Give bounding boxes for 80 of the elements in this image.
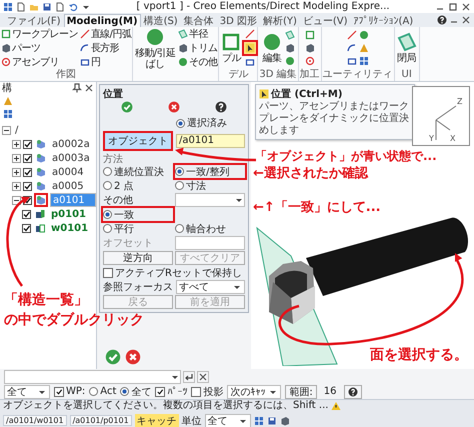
ribbon-command[interactable]: トリム	[178, 41, 218, 55]
annotation-note: ←↑「一致」にして...	[253, 200, 381, 216]
focus-dropdown[interactable]: すべて	[176, 280, 245, 294]
ribbon-tab[interactable]: ｱﾌﾟﾘｹｰｼｮﾝ(A)	[350, 14, 416, 27]
annotation-note: の中でダブルクリック	[4, 312, 144, 328]
ribbon-tab[interactable]: ファイル(F)	[4, 14, 64, 27]
ribbon-command[interactable]: アセンブリ	[1, 55, 78, 69]
tooltip-text: パーツ、アセンブリまたはワークプレーンをダイナミックに位置決めします	[259, 101, 410, 137]
ribbon-tab[interactable]: Modeling(M)	[64, 14, 141, 27]
annotation-note: 「構造一覧」	[4, 292, 88, 308]
tree-item[interactable]: a0004	[50, 166, 86, 178]
ribbon-command[interactable]: プル	[220, 27, 242, 69]
annotation-note: 面を選択する。	[370, 347, 468, 363]
unit-dropdown[interactable]: 全て	[204, 414, 251, 427]
radio-option[interactable]: 2 点	[103, 179, 173, 192]
unit-label: 単位	[182, 414, 202, 427]
projection-checkbox[interactable]: 投影	[191, 385, 224, 398]
ribbon-tab[interactable]: 解析(Y)	[260, 14, 300, 27]
ribbon-tab[interactable]: 3D 図形	[216, 14, 260, 27]
radio-option[interactable]: 選択済み	[176, 116, 227, 130]
ribbon-tab[interactable]: 構造(S)	[140, 14, 181, 27]
group-label: 加工	[300, 69, 320, 80]
radio-option[interactable]: 寸法	[175, 179, 245, 192]
annotation-note: ←選択されたか確認	[253, 166, 368, 182]
tooltip-title: 位置 (Ctrl+M)	[271, 88, 342, 100]
filter-dropdown[interactable]: 全て	[4, 384, 50, 398]
ribbon-command[interactable]: 移動/引延ばし	[134, 27, 176, 70]
field-label: オフセット	[103, 237, 154, 250]
ribbon-command[interactable]: 編集	[261, 27, 284, 69]
tree-item[interactable]: w0101	[49, 222, 90, 234]
tree-item[interactable]: a0005	[50, 180, 86, 192]
axis-label: X	[450, 134, 456, 143]
tree-item[interactable]: /	[13, 124, 20, 136]
ribbon-command[interactable]: 半径	[178, 27, 218, 41]
status-path: /a0101/p0101	[70, 415, 132, 426]
status-message: オブジェクトを選択してください。複数の項目を選択するには、Shift ...	[3, 400, 328, 412]
object-field[interactable]: /a0101	[176, 134, 245, 148]
ribbon-command[interactable]: ワークプレーン	[1, 27, 78, 41]
ribbon-command[interactable]: 閉局	[396, 27, 418, 69]
group-label: デル	[228, 69, 248, 80]
catch-dropdown[interactable]: 次のｷｬｯ	[227, 384, 282, 398]
radio-option[interactable]: 一致	[103, 208, 173, 221]
tree-item[interactable]: p0101	[49, 208, 88, 220]
ribbon-command[interactable]: 直線/円弧	[80, 27, 132, 41]
ribbon-tab[interactable]: 集合体	[180, 14, 217, 27]
ribbon-tab[interactable]: ビュー(V)	[300, 14, 351, 27]
radio-option[interactable]: 軸合わせ	[175, 222, 245, 235]
status-path: /a0101/w0101	[3, 415, 67, 426]
annotation-note: 「オブジェクト」が青い状態で...	[255, 148, 437, 164]
field-label: 参照フォーカス	[103, 280, 173, 294]
ribbon-command[interactable]: 円	[80, 55, 132, 69]
range-button[interactable]: 範囲:	[285, 384, 317, 398]
ribbon-command[interactable]: その他	[178, 55, 218, 69]
catch-indicator: キャッチ	[134, 414, 179, 427]
group-label: 3D 編集	[259, 69, 297, 80]
window-title: [ vport1 ] - Creo Elements/Direct Modeling Expre...	[135, 1, 391, 12]
tree-item[interactable]: a0003a	[50, 152, 92, 164]
group-label: 作図	[56, 69, 76, 80]
panel-title: 構	[2, 82, 12, 95]
keep-checkbox[interactable]: アクティブRセットで保持し	[103, 266, 245, 279]
axis-label: Y	[429, 134, 434, 143]
axis-label: Z	[457, 97, 462, 106]
range-value: 16	[322, 386, 338, 397]
section-label: 方法	[103, 152, 123, 164]
field-label: その他	[103, 194, 134, 207]
radio-option[interactable]: Act	[89, 385, 116, 398]
group-label: UI	[402, 69, 412, 80]
tree-item[interactable]: a0002a	[50, 138, 92, 150]
dialog-button[interactable]: 逆方向	[103, 251, 173, 265]
ribbon-command[interactable]: パーツ	[1, 41, 78, 55]
parts-checkbox[interactable]: ﾊﾟｰﾂ	[155, 385, 188, 398]
dialog-title: 位置	[103, 88, 124, 99]
radio-option[interactable]: 全て	[120, 385, 152, 398]
group-label: ユーティリティ	[322, 69, 393, 80]
wp-checkbox[interactable]: WP:	[54, 385, 86, 398]
ribbon-command[interactable]: 長方形	[80, 41, 132, 55]
object-button[interactable]: オブジェクト	[103, 131, 173, 151]
radio-option[interactable]: 平行	[103, 222, 173, 235]
radio-option[interactable]: 一致/整列	[175, 165, 245, 178]
radio-option[interactable]: 連続位置決	[103, 165, 173, 178]
